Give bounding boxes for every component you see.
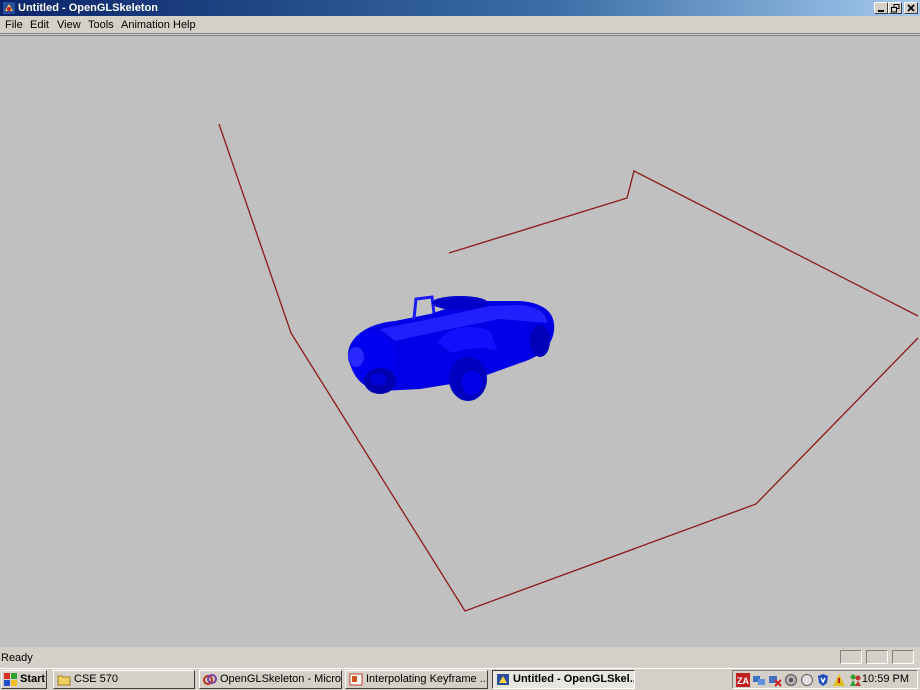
menu-animation[interactable]: Animation bbox=[121, 18, 170, 32]
shield-icon[interactable] bbox=[800, 673, 814, 687]
system-tray: ZA 10:59 PM bbox=[732, 670, 918, 689]
network-disconnected-icon[interactable] bbox=[768, 673, 782, 687]
opengl-app-icon bbox=[3, 2, 15, 14]
messenger-icon[interactable] bbox=[848, 673, 862, 687]
window-title: Untitled - OpenGLSkeleton bbox=[18, 2, 158, 14]
visual-studio-icon bbox=[203, 674, 217, 685]
close-button[interactable] bbox=[904, 2, 918, 14]
taskbar-item-cse570[interactable]: CSE 570 bbox=[53, 670, 195, 689]
status-pane-3 bbox=[892, 650, 914, 664]
sound-icon[interactable] bbox=[784, 673, 798, 687]
start-button[interactable]: Start bbox=[1, 670, 47, 689]
security-alert-icon[interactable] bbox=[832, 673, 846, 687]
minimize-button[interactable] bbox=[874, 2, 888, 14]
scene-canvas bbox=[218, 123, 919, 612]
opengl-viewport[interactable] bbox=[0, 35, 920, 647]
menu-bar: File Edit View Tools Animation Help bbox=[0, 16, 920, 34]
task-label: CSE 570 bbox=[74, 673, 119, 685]
svg-text:ZA: ZA bbox=[737, 676, 749, 686]
close-icon bbox=[907, 4, 915, 12]
restore-button[interactable] bbox=[888, 2, 902, 14]
status-bar: Ready bbox=[0, 648, 920, 668]
taskbar-item-powerpoint[interactable]: Interpolating Keyframe ... bbox=[345, 670, 488, 689]
menu-file[interactable]: File bbox=[5, 18, 23, 32]
minimize-icon bbox=[878, 10, 884, 12]
powerpoint-icon bbox=[349, 673, 363, 686]
zonealarm-icon[interactable]: ZA bbox=[736, 673, 750, 687]
status-text: Ready bbox=[1, 652, 33, 664]
clock: 10:59 PM bbox=[861, 673, 909, 685]
folder-icon bbox=[57, 675, 71, 686]
status-pane-2 bbox=[866, 650, 888, 664]
task-label: OpenGLSkeleton - Micros... bbox=[220, 673, 342, 685]
antivirus-icon[interactable] bbox=[816, 673, 830, 687]
network-icon[interactable] bbox=[752, 673, 766, 687]
menu-tools[interactable]: Tools bbox=[88, 18, 114, 32]
menu-edit[interactable]: Edit bbox=[30, 18, 49, 32]
title-bar[interactable]: Untitled - OpenGLSkeleton bbox=[0, 0, 920, 16]
restore-icon bbox=[890, 3, 899, 12]
keyframe-path-segment bbox=[448, 170, 919, 317]
windows-logo-icon bbox=[4, 673, 17, 686]
taskbar-item-visual-studio[interactable]: OpenGLSkeleton - Micros... bbox=[199, 670, 342, 689]
menu-help[interactable]: Help bbox=[173, 18, 196, 32]
start-label: Start bbox=[20, 673, 46, 685]
opengl-app-icon bbox=[497, 674, 509, 685]
car-model bbox=[348, 295, 555, 401]
taskbar: Start CSE 570 OpenGLSkeleton - Micros...… bbox=[0, 668, 920, 690]
menu-view[interactable]: View bbox=[57, 18, 81, 32]
keyframe-path bbox=[218, 123, 919, 612]
taskbar-item-opengl[interactable]: Untitled - OpenGLSkel... bbox=[492, 670, 635, 689]
task-label: Untitled - OpenGLSkel... bbox=[513, 673, 635, 685]
status-pane-1 bbox=[840, 650, 862, 664]
task-label: Interpolating Keyframe ... bbox=[366, 673, 488, 685]
